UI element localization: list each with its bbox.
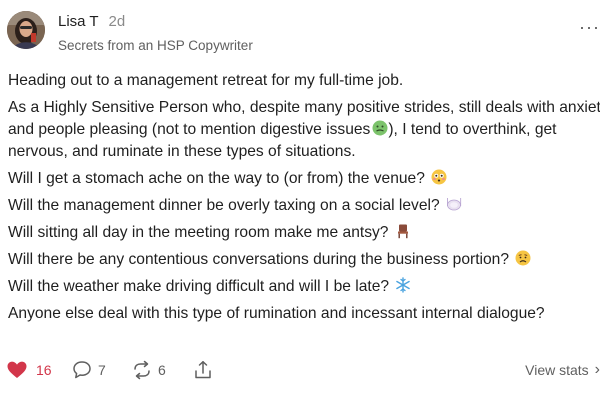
- post-line: Will I get a stomach ache on the way to …: [8, 170, 425, 187]
- post-paragraph: Will there be any contentious conversati…: [8, 249, 600, 271]
- post-line: nervous, and ruminate in these types of …: [8, 143, 356, 160]
- post-line: As a Highly Sensitive Person who, despit…: [8, 99, 600, 116]
- post-paragraph: Will sitting all day in the meeting room…: [8, 222, 600, 244]
- post-time[interactable]: 2d: [108, 13, 125, 30]
- post-paragraph: As a Highly Sensitive Person who, despit…: [8, 97, 600, 163]
- post-line: Will sitting all day in the meeting room…: [8, 224, 389, 241]
- flushed-face-icon: [431, 169, 447, 185]
- post-line: and people pleasing (not to mention dige…: [8, 121, 371, 138]
- post-paragraph: Will the weather make driving difficult …: [8, 276, 600, 298]
- profile-photo-icon: [7, 11, 45, 49]
- snowflake-icon: [396, 277, 411, 293]
- restack-count: 6: [158, 362, 166, 378]
- like-button[interactable]: 16: [7, 358, 52, 382]
- publication-name[interactable]: Secrets from an HSP Copywriter: [58, 38, 253, 53]
- chair-icon: [397, 224, 408, 239]
- post-line: Will the weather make driving difficult …: [8, 278, 390, 295]
- nauseated-face-icon: [372, 120, 388, 136]
- post-paragraph: Will the management dinner be overly tax…: [8, 195, 600, 217]
- chevron-right-icon: ›: [594, 361, 600, 378]
- post-paragraph: Will I get a stomach ache on the way to …: [8, 168, 600, 190]
- post-paragraph: Heading out to a management retreat for …: [8, 72, 404, 89]
- restack-button[interactable]: 6: [132, 358, 166, 382]
- post-line: Will there be any contentious conversati…: [8, 251, 510, 268]
- post-line: ), I tend to overthink, get: [388, 121, 557, 138]
- post-body: Heading out to a management retreat for …: [8, 70, 600, 330]
- view-stats-link[interactable]: View stats ›: [525, 358, 600, 382]
- share-icon: [195, 361, 211, 379]
- view-stats-label: View stats: [525, 362, 589, 378]
- like-count: 16: [36, 362, 52, 378]
- plate-icon: [447, 198, 462, 211]
- post-line: Will the management dinner be overly tax…: [8, 197, 440, 214]
- heart-icon: [7, 361, 27, 378]
- restack-icon: [134, 360, 150, 380]
- comment-count: 7: [98, 362, 106, 378]
- author-line: Lisa T 2d: [58, 13, 125, 30]
- comment-button[interactable]: 7: [72, 358, 106, 382]
- worried-face-icon: [515, 250, 531, 266]
- more-options-icon[interactable]: ···: [579, 18, 600, 36]
- author-avatar[interactable]: [7, 11, 45, 49]
- author-name[interactable]: Lisa T: [58, 13, 98, 30]
- note-post: Lisa T 2d Secrets from an HSP Copywriter…: [0, 0, 600, 400]
- comment-icon: [73, 361, 91, 379]
- share-button[interactable]: [193, 358, 213, 382]
- action-bar: 16 7 6 View stats ›: [7, 358, 600, 382]
- post-paragraph: Anyone else deal with this type of rumin…: [8, 305, 545, 322]
